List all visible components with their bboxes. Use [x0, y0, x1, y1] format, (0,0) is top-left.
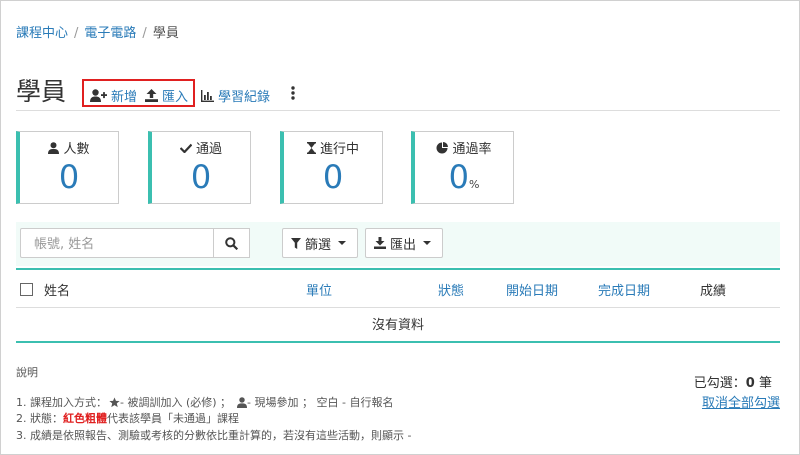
column-header-start-date[interactable]: 開始日期 [506, 280, 558, 299]
notes-title: 說明 [16, 366, 38, 379]
note-line-3: 3. 成績是依照報告、測驗或考核的分數依比重計算的，若沒有這些活動，則顯示 - [16, 427, 411, 443]
filter-dropdown-button[interactable]: 篩選 [282, 228, 358, 258]
export-label: 匯出 [390, 237, 417, 253]
breadcrumb: 課程中心 / 電子電路 / 學員 [16, 22, 179, 41]
filter-label: 篩選 [305, 237, 332, 253]
bar-chart-icon [201, 89, 214, 102]
stat-value: 0 [58, 158, 80, 196]
export-dropdown-button[interactable]: 匯出 [365, 228, 443, 258]
breadcrumb-current: 學員 [152, 26, 179, 41]
check-icon [179, 143, 192, 153]
selection-unit: 筆 [758, 376, 772, 391]
learning-records-button[interactable]: 學習紀錄 [201, 86, 270, 105]
add-student-button[interactable]: 新增 [90, 86, 137, 105]
stat-value: 0 [190, 158, 212, 196]
user-icon [237, 396, 248, 408]
stat-label: 通過率 [452, 142, 492, 157]
search-box [20, 228, 214, 258]
stat-label: 通過 [195, 142, 222, 157]
note-line-1: 1. 課程加入方式： - 被調訓加入 (必修) ； - 現場參加 ； 空白 - … [16, 394, 393, 410]
stat-card-in-progress: 進行中 0 [280, 131, 383, 204]
selection-number: 0 [745, 376, 755, 391]
selection-label: 已勾選： [693, 376, 746, 391]
stat-value: 0 [322, 158, 344, 196]
table-header-row [16, 268, 780, 308]
import-label: 匯入 [162, 90, 189, 105]
import-button[interactable]: 匯入 [145, 86, 188, 105]
stat-unit: % [468, 178, 480, 191]
breadcrumb-separator: / [74, 26, 79, 41]
column-header-complete-date[interactable]: 完成日期 [598, 280, 650, 299]
column-header-name[interactable]: 姓名 [44, 280, 70, 299]
search-icon [225, 236, 238, 250]
more-options-icon[interactable] [290, 86, 296, 100]
header-divider [16, 110, 780, 111]
download-icon [374, 237, 386, 249]
note-text: - 被調訓加入 (必修) ； [120, 396, 232, 409]
star-icon [109, 396, 120, 407]
select-all-checkbox[interactable] [20, 283, 33, 296]
selection-count: 已勾選：0 筆 [694, 372, 772, 391]
column-header-score: 成績 [700, 284, 727, 299]
user-plus-icon [90, 89, 107, 102]
note-text: - 現場參加 ； 空白 - 自行報名 [247, 396, 394, 409]
clear-all-selection-link[interactable]: 取消全部勾選 [702, 392, 780, 411]
add-label: 新增 [111, 90, 138, 105]
column-header-status[interactable]: 狀態 [438, 280, 464, 299]
stat-label: 進行中 [319, 142, 359, 157]
note-text: 3. 成績是依照報告、測驗或考核的分數依比重計算的，若沒有這些活動，則顯示 - [16, 429, 412, 442]
note-text: 2. 狀態： [16, 412, 63, 425]
upload-icon [145, 89, 158, 102]
stat-label: 人數 [63, 142, 90, 157]
stat-card-passed: 通過 0 [148, 131, 251, 204]
breadcrumb-separator: / [142, 26, 147, 41]
stat-card-pass-rate: 通過率 0% [411, 131, 514, 204]
caret-down-icon [338, 241, 347, 245]
note-line-2: 2. 狀態： 紅色粗體 代表該學員「未通過」課程 [16, 410, 239, 426]
search-input[interactable] [32, 230, 206, 258]
filter-icon [291, 237, 301, 249]
learning-records-label: 學習紀錄 [218, 90, 271, 105]
hourglass-icon [306, 141, 316, 154]
stat-card-headcount: 人數 0 [16, 131, 119, 204]
breadcrumb-course-center[interactable]: 課程中心 [16, 26, 68, 41]
column-header-unit[interactable]: 單位 [306, 280, 332, 299]
empty-table-message: 沒有資料 [16, 309, 780, 343]
caret-down-icon [423, 241, 432, 245]
red-bold-text: 紅色粗體 [63, 412, 107, 425]
note-text: 代表該學員「未通過」課程 [107, 412, 239, 425]
breadcrumb-course[interactable]: 電子電路 [84, 26, 136, 41]
user-icon [48, 141, 60, 154]
pie-chart-icon [436, 141, 449, 153]
stat-value: 0 [448, 158, 469, 196]
search-button[interactable] [213, 228, 250, 258]
note-text: 1. 課程加入方式： [16, 396, 107, 409]
page-title: 學員 [16, 77, 67, 106]
